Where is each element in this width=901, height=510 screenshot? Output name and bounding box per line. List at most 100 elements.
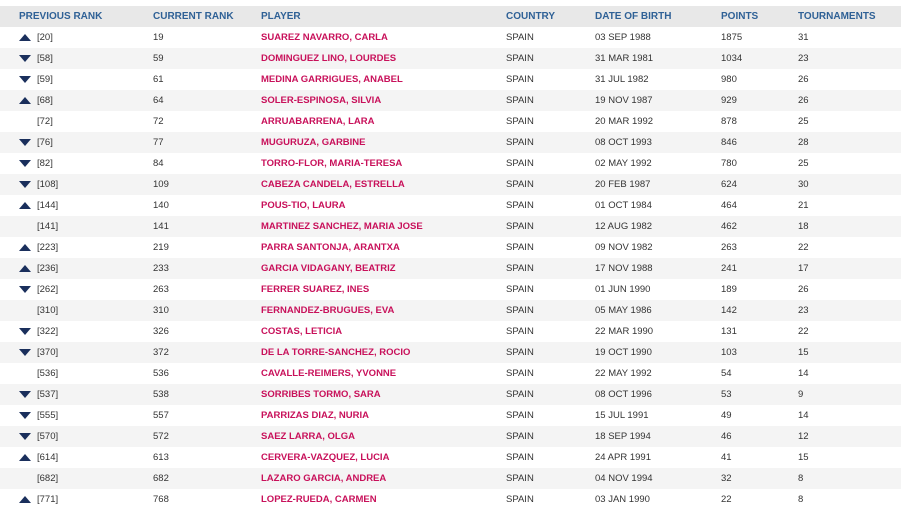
current-rank-cell: 233 xyxy=(153,263,169,274)
header-player[interactable]: PLAYER xyxy=(261,11,506,22)
header-date-of-birth[interactable]: DATE OF BIRTH xyxy=(595,11,721,22)
player-cell: POUS-TIO, LAURA xyxy=(261,200,506,211)
date-of-birth-cell: 20 FEB 1987 xyxy=(595,179,651,190)
player-cell: SAEZ LARRA, OLGA xyxy=(261,431,506,442)
tournaments-cell: 26 xyxy=(798,74,809,85)
player-link[interactable]: PARRIZAS DIAZ, NURIA xyxy=(261,410,369,421)
player-link[interactable]: SORRIBES TORMO, SARA xyxy=(261,389,381,400)
date-of-birth-cell: 01 JUN 1990 xyxy=(595,284,651,295)
header-tournaments[interactable]: TOURNAMENTS xyxy=(798,11,888,22)
points-cell: 624 xyxy=(721,179,737,190)
current-rank-cell: 64 xyxy=(153,95,164,106)
player-cell: TORRO-FLOR, MARIA-TERESA xyxy=(261,158,506,169)
tournaments-cell: 26 xyxy=(798,284,809,295)
player-link[interactable]: MARTINEZ SANCHEZ, MARIA JOSE xyxy=(261,221,423,232)
tournaments-cell: 25 xyxy=(798,158,809,169)
player-cell: FERNANDEZ-BRUGUES, EVA xyxy=(261,305,506,316)
player-cell: SOLER-ESPINOSA, SILVIA xyxy=(261,95,506,106)
player-link[interactable]: LAZARO GARCIA, ANDREA xyxy=(261,473,386,484)
tournaments-cell: 26 xyxy=(798,95,809,106)
player-link[interactable]: GARCIA VIDAGANY, BEATRIZ xyxy=(261,263,396,274)
current-rank-cell: 19 xyxy=(153,32,164,43)
player-link[interactable]: SAEZ LARRA, OLGA xyxy=(261,431,355,442)
previous-rank-cell: [108] xyxy=(0,179,134,190)
player-link[interactable]: CABEZA CANDELA, ESTRELLA xyxy=(261,179,405,190)
country-cell: SPAIN xyxy=(506,200,534,211)
header-current-rank[interactable]: CURRENT RANK xyxy=(134,11,261,22)
date-of-birth-cell: 24 APR 1991 xyxy=(595,452,651,463)
player-link[interactable]: LOPEZ-RUEDA, CARMEN xyxy=(261,494,377,505)
points-cell: 53 xyxy=(721,389,732,400)
previous-rank-cell: [72] xyxy=(0,116,134,127)
previous-rank-value: [236] xyxy=(37,263,59,274)
previous-rank-value: [20] xyxy=(37,32,53,43)
previous-rank-cell: [82] xyxy=(0,158,134,169)
player-link[interactable]: CERVERA-VAZQUEZ, LUCIA xyxy=(261,452,389,463)
date-of-birth-cell: 02 MAY 1992 xyxy=(595,158,652,169)
tournaments-cell: 15 xyxy=(798,347,809,358)
player-cell: SUAREZ NAVARRO, CARLA xyxy=(261,32,506,43)
player-link[interactable]: TORRO-FLOR, MARIA-TERESA xyxy=(261,158,402,169)
country-cell: SPAIN xyxy=(506,494,534,505)
previous-rank-cell: [20] xyxy=(0,32,134,43)
current-rank-cell: 77 xyxy=(153,137,164,148)
date-of-birth-cell: 19 OCT 1990 xyxy=(595,347,652,358)
tournaments-cell: 22 xyxy=(798,242,809,253)
previous-rank-value: [262] xyxy=(37,284,59,295)
points-cell: 41 xyxy=(721,452,732,463)
player-link[interactable]: COSTAS, LETICIA xyxy=(261,326,342,337)
player-cell: MUGURUZA, GARBINE xyxy=(261,137,506,148)
player-link[interactable]: ARRUABARRENA, LARA xyxy=(261,116,374,127)
points-cell: 103 xyxy=(721,347,737,358)
player-link[interactable]: DE LA TORRE-SANCHEZ, ROCIO xyxy=(261,347,410,358)
header-country[interactable]: COUNTRY xyxy=(506,11,595,22)
points-cell: 1034 xyxy=(721,53,743,64)
arrow-up-icon xyxy=(19,496,31,503)
header-points[interactable]: POINTS xyxy=(721,11,798,22)
player-link[interactable]: SOLER-ESPINOSA, SILVIA xyxy=(261,95,381,106)
arrow-down-icon xyxy=(19,181,31,188)
player-cell: LOPEZ-RUEDA, CARMEN xyxy=(261,494,506,505)
previous-rank-value: [537] xyxy=(37,389,59,400)
date-of-birth-cell: 08 OCT 1996 xyxy=(595,389,652,400)
header-previous-rank[interactable]: PREVIOUS RANK xyxy=(0,11,134,22)
points-cell: 263 xyxy=(721,242,737,253)
date-of-birth-cell: 22 MAR 1990 xyxy=(595,326,654,337)
table-body: [20] 19 SUAREZ NAVARRO, CARLA SPAIN 03 SEP 1… xyxy=(0,27,901,510)
date-of-birth-cell: 12 AUG 1982 xyxy=(595,221,653,232)
player-link[interactable]: FERRER SUAREZ, INES xyxy=(261,284,369,295)
player-cell: SORRIBES TORMO, SARA xyxy=(261,389,506,400)
previous-rank-value: [223] xyxy=(37,242,59,253)
tournaments-cell: 30 xyxy=(798,179,809,190)
player-cell: FERRER SUAREZ, INES xyxy=(261,284,506,295)
player-link[interactable]: CAVALLE-REIMERS, YVONNE xyxy=(261,368,396,379)
points-cell: 54 xyxy=(721,368,732,379)
player-link[interactable]: PARRA SANTONJA, ARANTXA xyxy=(261,242,400,253)
points-cell: 32 xyxy=(721,473,732,484)
player-link[interactable]: POUS-TIO, LAURA xyxy=(261,200,345,211)
points-cell: 980 xyxy=(721,74,737,85)
current-rank-cell: 536 xyxy=(153,368,169,379)
date-of-birth-cell: 20 MAR 1992 xyxy=(595,116,654,127)
points-cell: 22 xyxy=(721,494,732,505)
date-of-birth-cell: 18 SEP 1994 xyxy=(595,431,651,442)
table-row: [536] 536 CAVALLE-REIMERS, YVONNE SPAIN 22 M… xyxy=(0,363,901,384)
player-link[interactable]: DOMINGUEZ LINO, LOURDES xyxy=(261,53,396,64)
previous-rank-value: [108] xyxy=(37,179,59,190)
date-of-birth-cell: 31 MAR 1981 xyxy=(595,53,654,64)
player-cell: CERVERA-VAZQUEZ, LUCIA xyxy=(261,452,506,463)
previous-rank-value: [536] xyxy=(37,368,59,379)
player-link[interactable]: SUAREZ NAVARRO, CARLA xyxy=(261,32,388,43)
points-cell: 49 xyxy=(721,410,732,421)
player-link[interactable]: MEDINA GARRIGUES, ANABEL xyxy=(261,74,403,85)
table-row: [20] 19 SUAREZ NAVARRO, CARLA SPAIN 03 SEP 1… xyxy=(0,27,901,48)
player-link[interactable]: MUGURUZA, GARBINE xyxy=(261,137,366,148)
tournaments-cell: 28 xyxy=(798,137,809,148)
current-rank-cell: 310 xyxy=(153,305,169,316)
arrow-up-icon xyxy=(19,202,31,209)
tournaments-cell: 14 xyxy=(798,410,809,421)
date-of-birth-cell: 01 OCT 1984 xyxy=(595,200,652,211)
previous-rank-value: [555] xyxy=(37,410,59,421)
player-link[interactable]: FERNANDEZ-BRUGUES, EVA xyxy=(261,305,394,316)
rankings-table: PREVIOUS RANK CURRENT RANK PLAYER COUNTR… xyxy=(0,0,901,510)
